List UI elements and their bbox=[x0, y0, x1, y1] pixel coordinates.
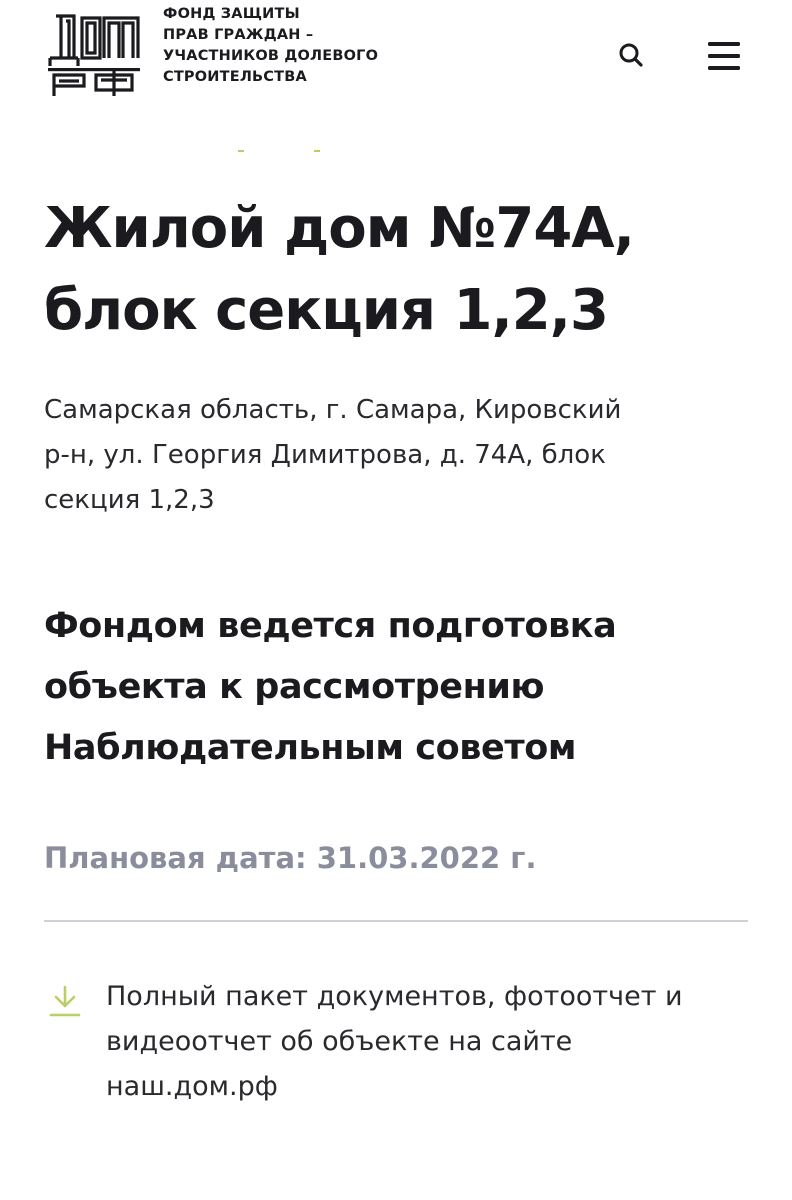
planned-date: Плановая дата: 31.03.2022 г. bbox=[44, 841, 537, 875]
object-title-line: блок секция 1,2,3 bbox=[44, 278, 609, 343]
object-status-line: Фондом ведется подготовка bbox=[44, 606, 617, 646]
object-status: Фондом ведется подготовка объекта к расс… bbox=[44, 596, 754, 779]
object-status-line: объекта к рассмотрению bbox=[44, 667, 545, 707]
fund-name-line: ФОНД ЗАЩИТЫ bbox=[163, 6, 300, 22]
dom-rf-logo[interactable] bbox=[48, 8, 140, 98]
documents-link-text[interactable]: Полный пакет документов, фотоотчет и вид… bbox=[106, 974, 756, 1109]
object-address-line: р-н, ул. Георгия Димитрова, д. 74А, блок bbox=[44, 440, 606, 470]
object-title-line: Жилой дом №74А, bbox=[44, 196, 635, 261]
documents-download-link[interactable]: Полный пакет документов, фотоотчет и вид… bbox=[44, 972, 754, 1112]
object-status-line: Наблюдательным советом bbox=[44, 728, 577, 768]
documents-link-line: Полный пакет документов, фотоотчет и bbox=[106, 981, 683, 1012]
object-title: Жилой дом №74А, блок секция 1,2,3 bbox=[44, 188, 754, 352]
object-address-line: секция 1,2,3 bbox=[44, 485, 215, 515]
documents-link-line: видеоотчет об объекте на сайте bbox=[106, 1026, 573, 1057]
page: ФОНД ЗАЩИТЫ ПРАВ ГРАЖДАН – УЧАСТНИКОВ ДО… bbox=[0, 0, 792, 1200]
menu-button[interactable] bbox=[702, 36, 748, 76]
fund-name-line: УЧАСТНИКОВ ДОЛЕВОГО bbox=[163, 48, 379, 64]
decorative-dots bbox=[0, 148, 792, 154]
documents-link-line: наш.дом.рф bbox=[106, 1071, 278, 1102]
site-header: ФОНД ЗАЩИТЫ ПРАВ ГРАЖДАН – УЧАСТНИКОВ ДО… bbox=[0, 0, 792, 110]
download-icon bbox=[49, 985, 81, 1017]
search-icon bbox=[619, 43, 643, 67]
fund-name-line: ПРАВ ГРАЖДАН – bbox=[163, 27, 314, 43]
decorative-dot bbox=[238, 150, 244, 152]
object-address: Самарская область, г. Самара, Кировский … bbox=[44, 388, 754, 523]
object-address-line: Самарская область, г. Самара, Кировский bbox=[44, 395, 622, 425]
divider bbox=[44, 920, 748, 922]
decorative-dot bbox=[314, 150, 320, 152]
fund-name-line: СТРОИТЕЛЬСТВА bbox=[163, 69, 307, 85]
fund-name: ФОНД ЗАЩИТЫ ПРАВ ГРАЖДАН – УЧАСТНИКОВ ДО… bbox=[163, 4, 423, 88]
search-button[interactable] bbox=[614, 38, 650, 74]
hamburger-menu-icon bbox=[708, 42, 740, 70]
